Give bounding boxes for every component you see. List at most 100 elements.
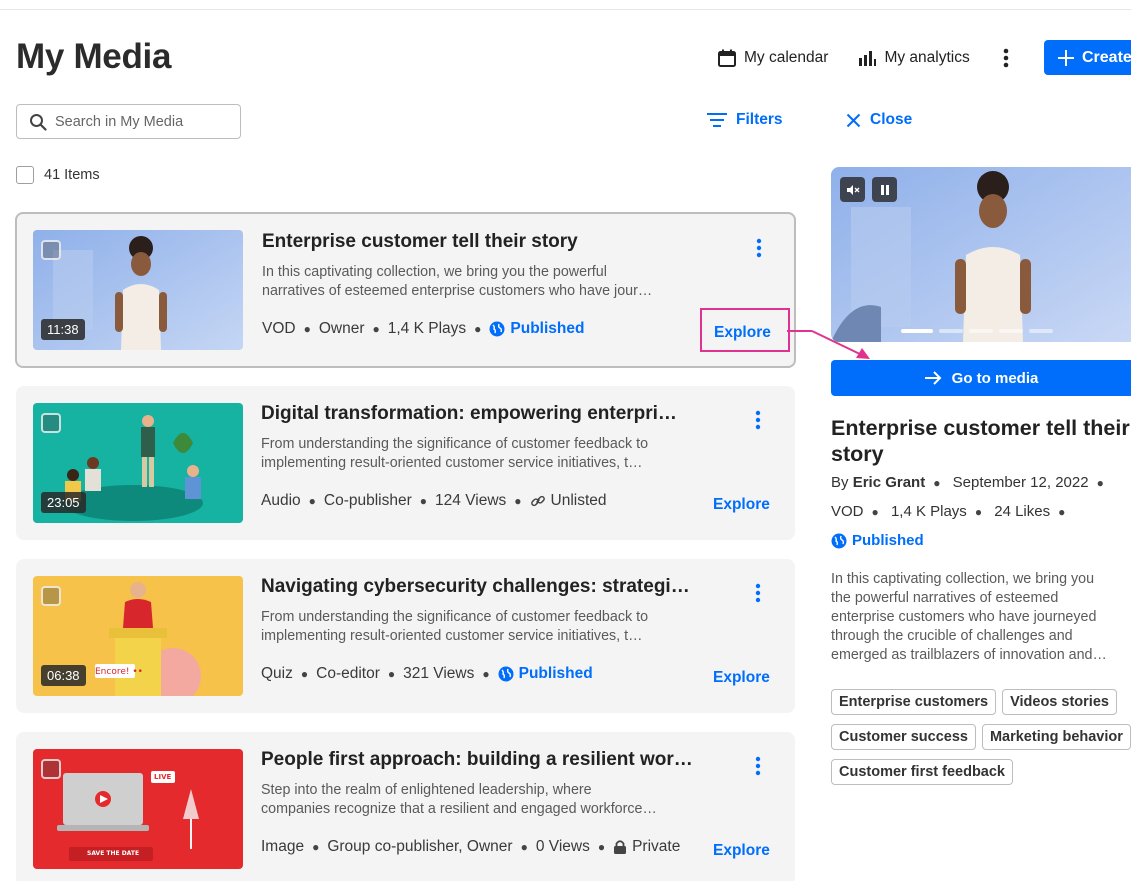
description-line: the powerful narratives of esteemed	[831, 590, 1059, 606]
media-meta: VOD ● Owner ● 1,4 K Plays ● Published	[262, 320, 585, 338]
header-actions: My calendar My analytics	[717, 40, 1036, 76]
mute-icon	[846, 184, 859, 195]
media-card[interactable]: 11:38 Enterprise customer tell their sto…	[15, 212, 796, 368]
live-badge: LIVE	[154, 773, 172, 781]
plus-icon	[1058, 49, 1074, 66]
media-title[interactable]: Navigating cybersecurity challenges: str…	[261, 576, 690, 598]
media-stat: 321 Views	[403, 665, 475, 682]
media-role: Owner	[318, 320, 365, 337]
publish-date: September 12, 2022	[952, 474, 1089, 491]
go-to-media-label: Go to media	[951, 369, 1039, 387]
item-checkbox[interactable]	[41, 759, 61, 779]
my-calendar-label: My calendar	[744, 49, 829, 66]
description-line: enterprise customers who have journeyed	[831, 609, 1097, 625]
description-line: From understanding the significance of c…	[261, 436, 649, 452]
top-divider	[0, 9, 1131, 10]
tag-list: Enterprise customers Videos stories Cust…	[831, 689, 1131, 794]
explore-link[interactable]: Explore	[714, 324, 771, 342]
media-thumbnail[interactable]: 23:05	[33, 403, 243, 523]
item-kebab-icon[interactable]	[753, 756, 763, 776]
link-icon	[530, 495, 545, 507]
status-label: Private	[632, 838, 681, 855]
description-line: emerged as trailblazers of innovation an…	[831, 647, 1107, 663]
media-type: Image	[261, 838, 305, 855]
calendar-icon	[718, 49, 736, 67]
item-checkbox[interactable]	[41, 586, 61, 606]
description-line: From understanding the significance of c…	[261, 609, 649, 625]
panel-title: Enterprise customer tell their story	[831, 416, 1130, 466]
tag-chip[interactable]: Marketing behavior	[981, 724, 1131, 750]
author-name[interactable]: Eric Grant	[853, 474, 926, 491]
panel-meta: VOD ● 1,4 K Plays ● 24 Likes ●	[831, 503, 1066, 520]
media-thumbnail[interactable]: LIVE SAVE THE DATE	[33, 749, 243, 869]
media-description: From understanding the significance of c…	[261, 435, 701, 473]
description-line: through the crucible of challenges and	[831, 628, 1073, 644]
item-count: 41 Items	[44, 167, 100, 183]
kebab-icon	[1003, 48, 1009, 68]
panel-video-player[interactable]	[831, 167, 1131, 342]
media-description: Step into the realm of enlightened leade…	[261, 781, 701, 819]
item-kebab-icon[interactable]	[753, 583, 763, 603]
media-stat: 124 Views	[435, 492, 507, 509]
globe-icon	[831, 533, 847, 548]
media-meta: Image ● Group co-publisher, Owner ● 0 View…	[261, 838, 681, 855]
pause-button[interactable]	[872, 177, 897, 202]
panel-type: VOD	[831, 503, 864, 520]
media-type: Quiz	[261, 665, 293, 682]
select-all-checkbox[interactable]	[16, 166, 34, 184]
item-kebab-icon[interactable]	[754, 238, 764, 258]
status-label: Published	[510, 320, 585, 337]
media-thumbnail[interactable]: 06:38 Encore! ••	[33, 576, 243, 696]
media-stat: 0 Views	[535, 838, 590, 855]
page-title: My Media	[16, 37, 172, 76]
description-line: companies recognize that a resilient and…	[261, 801, 657, 817]
explore-link[interactable]: Explore	[713, 496, 770, 514]
save-the-date-badge: SAVE THE DATE	[87, 850, 140, 857]
explore-link[interactable]: Explore	[713, 842, 770, 860]
arrow-right-icon	[924, 371, 942, 385]
media-title[interactable]: Digital transformation: empowering enter…	[261, 403, 677, 425]
media-role: Co-publisher	[323, 492, 412, 509]
close-icon	[846, 113, 861, 127]
tag-chip[interactable]: Videos stories	[1002, 689, 1117, 715]
media-meta: Quiz ● Co-editor ● 321 Views ● Published	[261, 665, 593, 682]
filters-button[interactable]: Filters	[707, 111, 783, 129]
media-title[interactable]: People first approach: building a resili…	[261, 749, 693, 771]
my-analytics-button[interactable]: My analytics	[857, 48, 970, 68]
media-type: VOD	[262, 320, 296, 337]
media-card[interactable]: 06:38 Encore! •• Navigating cybersecurit…	[16, 559, 795, 713]
status-label: Published	[518, 665, 593, 682]
media-card[interactable]: LIVE SAVE THE DATE People first approach…	[16, 732, 795, 881]
description-line: implementing result-oriented customer se…	[261, 455, 643, 471]
item-checkbox[interactable]	[41, 413, 61, 433]
description-line: Step into the realm of enlightened leade…	[261, 782, 592, 798]
filters-label: Filters	[736, 111, 783, 128]
my-calendar-button[interactable]: My calendar	[717, 48, 828, 68]
mute-button[interactable]	[840, 177, 865, 202]
close-panel-button[interactable]: Close	[846, 111, 912, 129]
go-to-media-button[interactable]: Go to media	[831, 360, 1131, 396]
status-badge: Published	[489, 320, 584, 338]
more-options-button[interactable]	[996, 48, 1016, 68]
search-icon	[30, 113, 47, 131]
description-line: In this captivating collection, we bring…	[262, 264, 607, 280]
media-type: Audio	[261, 492, 301, 509]
item-kebab-icon[interactable]	[753, 410, 763, 430]
media-meta: Audio ● Co-publisher ● 124 Views ● Unlisted	[261, 492, 607, 510]
search-input[interactable]	[55, 113, 225, 130]
tag-chip[interactable]: Customer first feedback	[831, 759, 1013, 785]
encore-badge: Encore! ••	[95, 667, 143, 677]
media-thumbnail[interactable]: 11:38	[33, 230, 243, 350]
explore-link[interactable]: Explore	[713, 669, 770, 687]
panel-status-label: Published	[852, 532, 924, 549]
tag-chip[interactable]: Customer success	[831, 724, 976, 750]
tag-row: Enterprise customers Videos stories	[831, 689, 1131, 715]
create-button[interactable]: Create	[1044, 40, 1131, 75]
tag-chip[interactable]: Enterprise customers	[831, 689, 997, 715]
status-badge: Unlisted	[530, 492, 607, 510]
media-title[interactable]: Enterprise customer tell their story	[262, 231, 578, 253]
media-card[interactable]: 23:05 Digital transformation: empowering…	[16, 386, 795, 540]
pause-icon	[880, 184, 889, 195]
panel-status-badge: Published	[831, 532, 924, 549]
item-checkbox[interactable]	[41, 240, 61, 260]
